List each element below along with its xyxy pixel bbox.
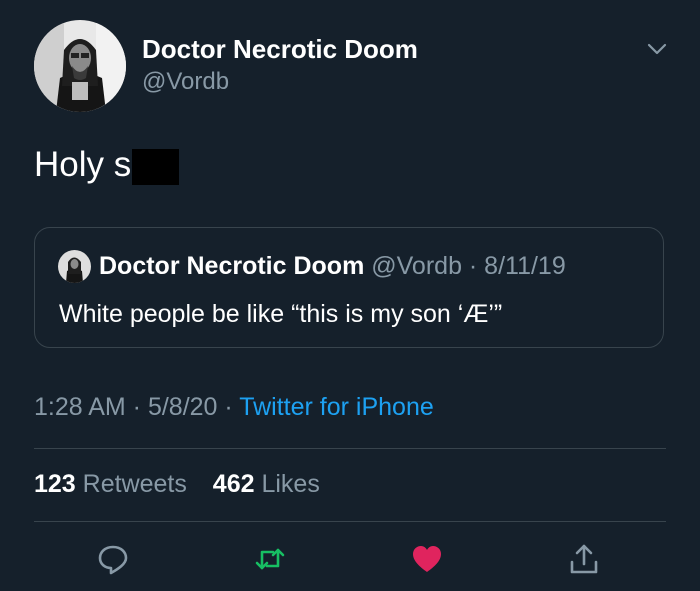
likes-stat[interactable]: 462 Likes [213, 470, 320, 498]
tweet-timestamp: 1:28 AM · 5/8/20 · Twitter for iPhone [34, 393, 434, 422]
share-icon [570, 544, 598, 574]
share-button[interactable] [567, 542, 601, 576]
tweet-source-link[interactable]: Twitter for iPhone [239, 393, 434, 421]
author-avatar[interactable] [34, 20, 126, 112]
retweet-icon [255, 548, 285, 570]
tweet-time-date: 1:28 AM · 5/8/20 · [34, 393, 240, 421]
reply-icon [98, 545, 128, 575]
retweets-count: 123 [34, 470, 76, 498]
author-display-name[interactable]: Doctor Necrotic Doom [142, 34, 418, 65]
retweets-stat[interactable]: 123 Retweets [34, 470, 187, 498]
likes-count: 462 [212, 470, 255, 498]
redaction-box [132, 148, 180, 185]
quoted-author-avatar [58, 250, 91, 283]
quoted-tweet-meta: @Vordb · 8/11/19 [364, 252, 566, 280]
tweet-text-content: Holy s [34, 145, 132, 184]
divider [34, 521, 666, 522]
tweet-text: Holy s [34, 145, 180, 185]
retweets-label: Retweets [75, 470, 187, 498]
chevron-down-icon[interactable] [646, 38, 668, 60]
quoted-tweet[interactable]: Doctor Necrotic Doom @Vordb · 8/11/19 Wh… [34, 227, 664, 348]
quoted-tweet-header: Doctor Necrotic Doom @Vordb · 8/11/19 [99, 252, 566, 281]
author-handle[interactable]: @Vordb [142, 68, 229, 96]
divider [34, 448, 666, 449]
quoted-tweet-text: White people be like “this is my son ‘Æ’… [59, 300, 503, 328]
heart-icon [413, 546, 441, 572]
tweet-stats: 123 Retweets 462 Likes [34, 470, 320, 499]
retweet-button[interactable] [253, 542, 287, 576]
like-button[interactable] [410, 542, 444, 576]
avatar-photo [34, 20, 126, 112]
quoted-author-name: Doctor Necrotic Doom [99, 252, 365, 280]
quoted-avatar-photo [58, 250, 91, 283]
reply-button[interactable] [96, 542, 130, 576]
likes-label: Likes [254, 470, 320, 498]
